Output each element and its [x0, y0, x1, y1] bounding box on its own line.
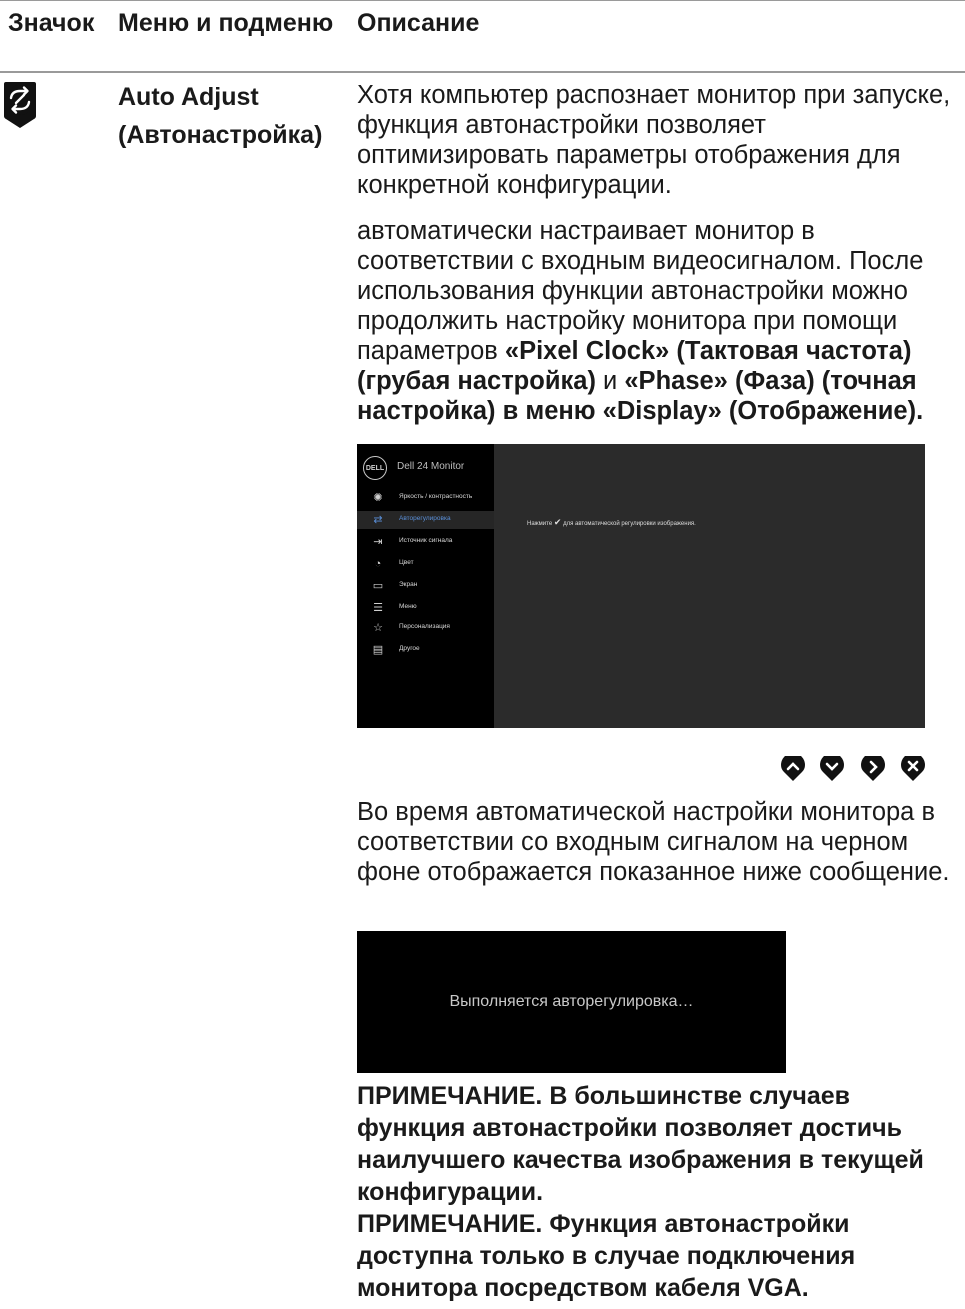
menu-name-en: Auto Adjust [118, 83, 259, 111]
osd-message: Нажмите ✔ для автоматической регулировки… [527, 517, 696, 527]
up-icon [781, 756, 805, 781]
osd-item-color[interactable]: ◔ Цвет [357, 555, 494, 573]
description-paragraph-2: автоматически настраивает монитор в соот… [357, 217, 924, 425]
down-button[interactable] [820, 756, 844, 782]
osd-item-input-source[interactable]: ⇥ Источник сигнала [357, 533, 494, 551]
color-palette-icon: ◔ [374, 558, 382, 570]
osd-item-auto-adjust[interactable]: ⇄ Авторегулировка [357, 511, 494, 529]
down-icon [820, 756, 844, 781]
right-button[interactable] [861, 756, 885, 782]
note-2: ПРИМЕЧАНИЕ. Функция автонастройки доступ… [357, 1210, 856, 1302]
display-icon: ▭ [372, 580, 384, 592]
input-source-icon: ⇥ [373, 536, 383, 548]
menu-name: Auto Adjust (Автонастройка) [118, 78, 322, 154]
column-header-menu: Меню и подменю [118, 9, 334, 37]
auto-adjust-message: Выполняется авторегулировка… [449, 993, 694, 1010]
description-paragraph-3: Во время автоматической настройки монито… [357, 798, 950, 886]
column-header-icon: Значок [8, 9, 95, 37]
auto-adjust-icon: ⇄ [373, 514, 383, 526]
menu-icon: ☰ [373, 602, 383, 614]
close-button[interactable] [901, 756, 925, 782]
auto-adjust-icon [2, 80, 38, 135]
osd-item-brightness[interactable]: ✺ Яркость / контрастность [357, 489, 494, 507]
osd-item-menu[interactable]: ☰ Меню [357, 599, 494, 617]
table-top-rule [0, 0, 965, 1]
auto-adjust-screen: Выполняется авторегулировка… [357, 931, 786, 1073]
others-icon: ▤ [372, 644, 384, 656]
description-paragraph-1: Хотя компьютер распознает монитор при за… [357, 81, 951, 199]
osd-model-name: Dell 24 Monitor [397, 461, 465, 472]
osd-item-personalize[interactable]: ☆ Персонализация [357, 619, 494, 637]
note-1: ПРИМЕЧАНИЕ. В большинстве случаев функци… [357, 1082, 924, 1206]
star-icon: ☆ [373, 622, 383, 634]
menu-name-ru: (Автонастройка) [118, 121, 323, 149]
check-icon: ✔ [553, 517, 562, 527]
table-header-rule [0, 71, 965, 73]
brightness-icon: ✺ [373, 492, 383, 504]
dell-logo: DELL [363, 456, 387, 480]
up-button[interactable] [781, 756, 805, 782]
osd-item-display[interactable]: ▭ Экран [357, 577, 494, 595]
close-icon [901, 756, 925, 781]
osd-screenshot: DELL Dell 24 Monitor ✺ Яркость / контрас… [357, 444, 925, 728]
column-header-description: Описание [357, 9, 480, 37]
osd-item-others[interactable]: ▤ Другое [357, 641, 494, 659]
right-icon [861, 756, 885, 781]
